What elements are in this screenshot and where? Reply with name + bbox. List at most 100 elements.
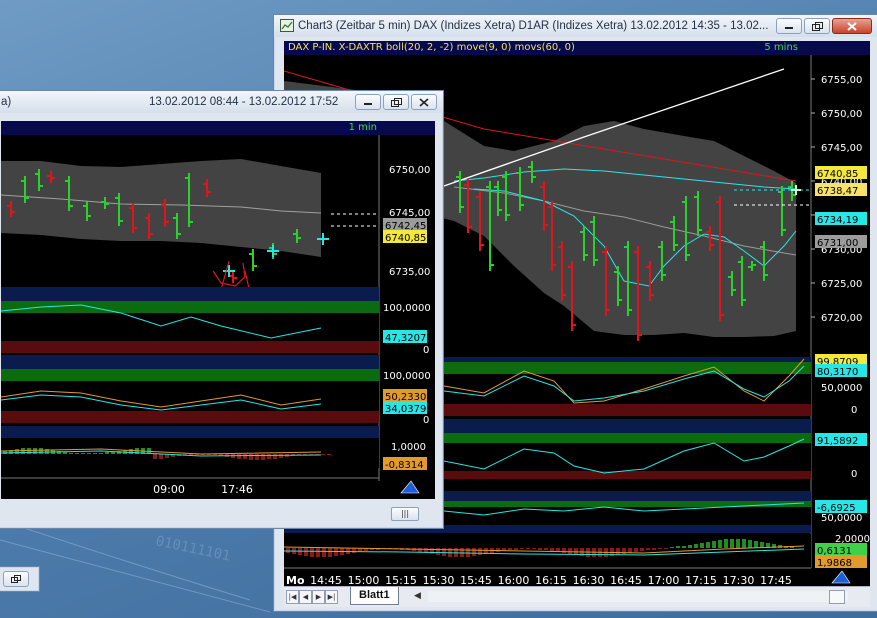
chart-1min-chart-area[interactable]: 1 min 6750,00 6745,00 6735,00 6742,45 6740,8… [1, 121, 435, 499]
horizontal-scrollbar[interactable] [428, 591, 848, 602]
close-icon [847, 21, 857, 31]
chart3-ind4-histogram-bar [730, 539, 734, 548]
chart3-ind4-histogram-bar [430, 548, 434, 554]
chart-1min-bottom-bar: ||| [1, 501, 435, 523]
chart-1min-ind3-histogram-bar [279, 454, 283, 458]
chart3-ind4-histogram-bar [496, 548, 500, 552]
chart3-ind4-histogram-bar [322, 548, 326, 557]
close-icon [419, 97, 429, 107]
chart-1min-ind3-histogram-bar [129, 449, 133, 454]
chart3-title: Chart3 (Zeitbar 5 min) DAX (Indizes Xetr… [298, 20, 769, 32]
chart-1min-ind3-histogram-bar [153, 454, 157, 459]
chart3-price-tick-label: 6755,00 [821, 75, 862, 86]
chart-1min-ind3-histogram-bar [111, 452, 115, 454]
sheet-first-button[interactable]: |◀ [286, 590, 299, 604]
chart-1min-window-controls [355, 94, 437, 110]
chart3-titlebar[interactable]: Chart3 (Zeitbar 5 min) DAX (Indizes Xetr… [274, 15, 877, 37]
chart3-ind3-tag: -6,6925 [817, 503, 856, 514]
chart3-ind4-histogram-bar [310, 548, 314, 557]
chart3-window-controls [776, 18, 872, 34]
minimized-window[interactable] [0, 566, 40, 592]
chart3-ind2-tag: 91,5892 [817, 436, 858, 447]
chart-1min-ind3-histogram-bar [39, 448, 43, 454]
background-swirl [0, 519, 271, 613]
chart-1min-ind3-histogram-bar [243, 454, 247, 459]
restore-icon [11, 575, 21, 583]
chart3-ind4-histogram-bar [712, 541, 716, 548]
chart-1min-ind2-tag: 34,0379 [385, 404, 426, 415]
chart3-ind4-histogram-bar [568, 548, 572, 554]
chart3-ind4-histogram-bar [286, 548, 290, 553]
chart3-ind4-histogram-bar [706, 542, 710, 548]
chart3-price-tick-label: 6745,00 [821, 143, 862, 154]
chart3-ind4-tag: 1,9868 [817, 558, 852, 569]
chart3-ind1-tick: 0 [851, 405, 857, 416]
chart-1min-window[interactable]: a) 13.02.2012 08:44 - 13.02.2012 17:52 1… [0, 90, 444, 529]
chart3-ind4-histogram-bar [352, 548, 356, 553]
chart3-ind4-histogram-bar [748, 540, 752, 548]
chart3-ind4-histogram-bar [688, 545, 692, 548]
chart3-ind4-histogram-bar [514, 548, 518, 550]
chart-1min-titlebar[interactable]: a) 13.02.2012 08:44 - 13.02.2012 17:52 [0, 91, 443, 113]
chart3-ind4-histogram-bar [646, 548, 650, 550]
chart3-price-tag: 6740,85 [817, 169, 858, 180]
chart-1min-title-fragment: a) [1, 96, 12, 108]
chart3-ind4-histogram-bar [616, 548, 620, 555]
chart3-price-tag: 6738,47 [817, 186, 858, 197]
chart3-ind4-histogram-bar [700, 543, 704, 548]
restore-button[interactable] [383, 94, 409, 110]
chart3-ind4-histogram-bar [304, 548, 308, 556]
chart-1min-ind3-histogram-bar [33, 448, 37, 454]
chart-1min-ind3-histogram-bar [189, 454, 193, 455]
close-button[interactable] [832, 18, 872, 34]
chart-1min-panel-separator [1, 355, 379, 369]
chart-1min-time-label: 17:46 [221, 483, 253, 496]
chart3-ind4-histogram-bar [316, 548, 320, 557]
chart-1min-scroll-grip[interactable]: ||| [391, 507, 419, 521]
chart3-ind4-histogram-bar [466, 548, 470, 557]
chart-1min-ind2-tick: 0 [423, 415, 429, 426]
restore-button[interactable] [804, 18, 830, 34]
chart-window-icon [280, 19, 294, 32]
background-binary-text: 010111101 [154, 533, 232, 564]
chart-1min-price-tag: 6740,85 [385, 233, 426, 244]
chart-1min-ind3-histogram-bar [321, 454, 325, 455]
chart-1min-ind3-histogram-bar [327, 454, 331, 455]
chart3-ind4-histogram-bar [634, 548, 638, 552]
chart-1min-ind2-tick: 100,0000 [383, 371, 431, 382]
chart-1min-ind1-lower-zone [1, 341, 379, 353]
chart-1min-ind3-histogram-bar [237, 454, 241, 459]
chart-1min-ind3-histogram-bar [255, 454, 259, 460]
chart3-ind4-histogram-bar [724, 539, 728, 548]
minimize-button[interactable] [355, 94, 381, 110]
chart3-ind4-histogram-bar [472, 548, 476, 556]
sheet-last-button[interactable]: ▶| [325, 590, 338, 604]
chart3-ind4-histogram-bar [640, 548, 644, 551]
chart3-price-tick-label: 6720,00 [821, 313, 862, 324]
restore-button-minimized[interactable] [3, 571, 29, 587]
minimize-button[interactable] [776, 18, 802, 34]
chart-1min-ind3-histogram-bar [81, 453, 85, 454]
chart3-ind4-histogram-bar [664, 548, 668, 549]
chart3-ind2-tick: 0 [851, 469, 857, 480]
chart3-ind1-tick: 50,0000 [821, 383, 862, 394]
chart3-ind4-histogram-bar [334, 548, 338, 556]
chart3-price-tick-label: 6750,00 [821, 109, 862, 120]
chart-1min-price-tick-label: 6750,00 [389, 165, 430, 176]
chart3-ind4-histogram-bar [682, 546, 686, 548]
chart-1min-ind3-histogram-bar [273, 454, 277, 459]
chart3-ind1-tag: 80,3170 [817, 367, 858, 378]
horizontal-scrollbar-left-arrow[interactable]: ◀ [414, 590, 424, 602]
chart3-ind4-histogram-bar [526, 548, 530, 549]
chart-1min-ind3-histogram-bar [105, 452, 109, 454]
chart3-ind4-histogram-bar [550, 548, 554, 551]
sheet-tab-blatt1[interactable]: Blatt1 [350, 587, 399, 605]
close-button[interactable] [411, 94, 437, 110]
chart-1min-ind1-tick: 0 [423, 345, 429, 356]
chart3-ind4-histogram-bar [520, 548, 524, 549]
chart3-ind4-histogram-bar [418, 548, 422, 552]
sheet-next-button[interactable]: ▶ [312, 590, 325, 604]
chart-1min-ind3-histogram-bar [69, 453, 73, 454]
horizontal-scrollbar-thumb[interactable] [829, 590, 845, 604]
sheet-prev-button[interactable]: ◀ [299, 590, 312, 604]
